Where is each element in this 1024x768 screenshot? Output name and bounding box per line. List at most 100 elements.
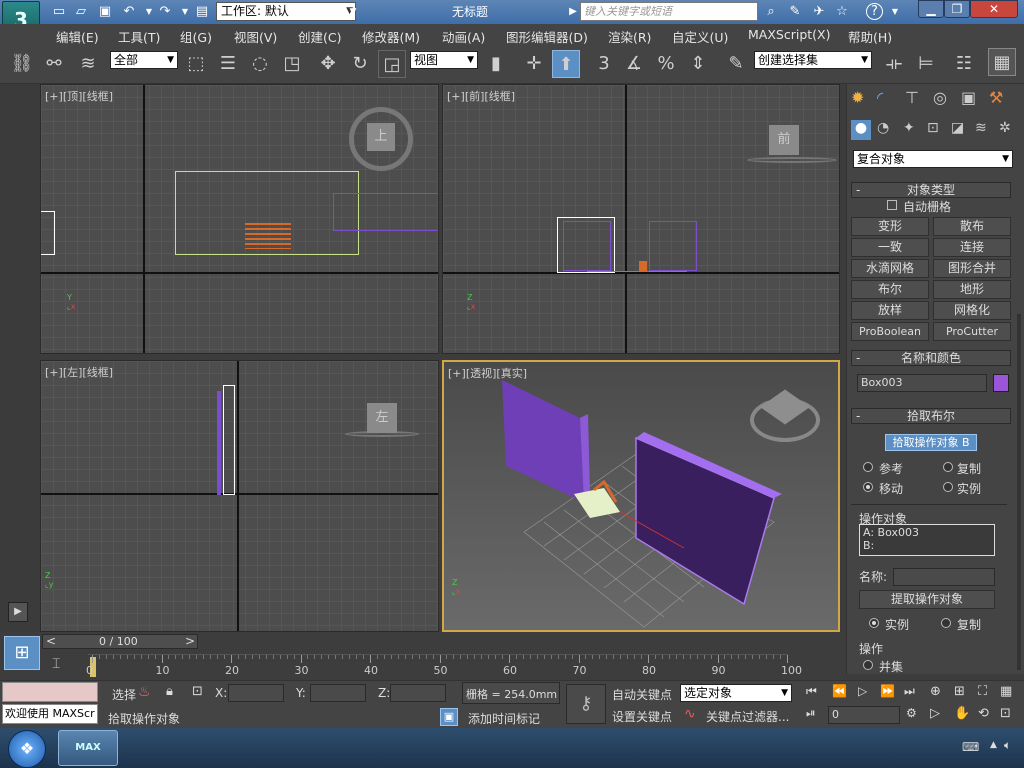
menu-modifiers[interactable]: 修改器(M)	[362, 27, 420, 46]
modify-tab-icon[interactable]: ◜	[877, 88, 883, 107]
new-file-icon[interactable]: ▭	[50, 3, 68, 21]
radio-copy-extract[interactable]	[941, 618, 951, 628]
lock-icon[interactable]: 🔒︎	[166, 684, 173, 699]
scatter-button[interactable]: 散布	[933, 217, 1011, 236]
radio-copy[interactable]	[943, 462, 953, 472]
terrain-button[interactable]: 地形	[933, 280, 1011, 299]
percent-snap-icon[interactable]: %	[652, 50, 680, 78]
systems-icon[interactable]: ✲	[999, 120, 1011, 136]
blobmesh-button[interactable]: 水滴网格	[851, 259, 929, 278]
menu-animation[interactable]: 动画(A)	[442, 27, 485, 46]
view-cube[interactable]: 左	[367, 403, 397, 433]
mini-curve-editor-icon[interactable]: ⌶	[52, 656, 60, 672]
rollout-name-color[interactable]: - 名称和颜色	[851, 350, 1011, 366]
restore-button[interactable]: ❐	[944, 0, 970, 18]
key-mode-toggle-icon[interactable]: ⏯	[806, 706, 816, 721]
motion-tab-icon[interactable]: ◎	[933, 88, 947, 107]
window-crossing-icon[interactable]: ◳	[278, 50, 306, 78]
named-selection-set-dropdown[interactable]: 创建选择集 ▼	[754, 51, 872, 69]
radio-reference[interactable]	[863, 462, 873, 472]
menu-customize[interactable]: 自定义(U)	[672, 27, 728, 46]
radio-instance[interactable]	[943, 482, 953, 492]
time-slider-prev[interactable]: <	[46, 634, 56, 648]
extract-operand-button[interactable]: 提取操作对象	[859, 590, 995, 609]
viewport-front-label[interactable]: [+][前][线框]	[447, 88, 515, 104]
rotate-icon[interactable]: ↻	[346, 50, 374, 78]
scale-icon[interactable]: ◲	[378, 50, 406, 78]
autogrid-checkbox[interactable]	[887, 200, 897, 210]
keyboard-tray-icon[interactable]: ⌨	[962, 740, 979, 754]
redo-icon[interactable]: ↷	[156, 3, 174, 21]
snap-toggle-icon[interactable]: 3	[590, 50, 618, 78]
graphite-toolbar-icon[interactable]: ▦	[988, 48, 1016, 76]
zoom-icon[interactable]: ⊕	[930, 684, 941, 699]
radio-move[interactable]	[863, 482, 873, 492]
volume-icon[interactable]: 🔈︎	[1004, 738, 1011, 753]
layer-manager-icon[interactable]: ☷	[950, 50, 978, 78]
menu-create[interactable]: 创建(C)	[298, 27, 341, 46]
orbit-icon[interactable]: ⟲	[978, 706, 989, 721]
menu-rendering[interactable]: 渲染(R)	[608, 27, 651, 46]
play-icon[interactable]: ▷	[858, 684, 867, 698]
hierarchy-tab-icon[interactable]: ⊤	[905, 88, 919, 107]
open-file-icon[interactable]: ▱	[72, 3, 90, 21]
view-cube-ring[interactable]	[747, 157, 837, 163]
menu-tools[interactable]: 工具(T)	[118, 27, 160, 46]
time-slider-next[interactable]: >	[185, 634, 195, 648]
procutter-button[interactable]: ProCutter	[933, 322, 1011, 341]
create-tab-icon[interactable]: ✹	[851, 88, 864, 107]
select-manipulate-icon[interactable]: ✛	[520, 50, 548, 78]
key-filters-button[interactable]: 关键点过滤器...	[706, 708, 789, 725]
object-color-swatch[interactable]	[993, 374, 1009, 392]
auto-key-button[interactable]: 自动关键点	[612, 686, 672, 703]
track-bar[interactable]: 0 10 20 30 40 50 60 70 80 90 100	[86, 654, 802, 678]
rollout-object-type[interactable]: - 对象类型	[851, 182, 1011, 198]
view-cube[interactable]: 前	[769, 125, 799, 155]
loft-button[interactable]: 放样	[851, 301, 929, 320]
go-to-end-icon[interactable]: ⏭	[904, 684, 915, 699]
select-object-icon[interactable]: ⬚	[182, 50, 210, 78]
set-key-icon[interactable]: ⚷	[566, 684, 606, 724]
pick-operand-b-button[interactable]: 拾取操作对象 B	[885, 434, 977, 451]
maxscript-listener-white[interactable]: 欢迎使用 MAXScr	[2, 704, 98, 724]
display-tab-icon[interactable]: ▣	[961, 88, 976, 107]
mesher-button[interactable]: 网格化	[933, 301, 1011, 320]
add-time-tag-icon[interactable]: ▣	[440, 708, 458, 726]
menu-help[interactable]: 帮助(H)	[848, 27, 892, 46]
edit-named-selection-icon[interactable]: ✎	[722, 50, 750, 78]
selection-filter-dropdown[interactable]: 全部 ▼	[110, 51, 178, 69]
go-to-start-icon[interactable]: ⏮	[806, 684, 817, 699]
current-frame-input[interactable]: 0	[828, 706, 900, 724]
view-cube[interactable]: 上	[367, 123, 395, 151]
operand-a-item[interactable]: A: Box003	[863, 526, 991, 539]
viewport-top-label[interactable]: [+][顶][线框]	[45, 88, 113, 104]
menu-edit[interactable]: 编辑(E)	[56, 27, 99, 46]
geometry-icon[interactable]: ●	[851, 120, 871, 140]
object-name-input[interactable]: Box003	[857, 374, 987, 392]
bind-space-warp-icon[interactable]: ≋	[74, 50, 102, 78]
panel-scrollbar[interactable]	[1017, 314, 1021, 670]
taskbar-3dsmax-button[interactable]: MAX	[58, 730, 118, 766]
align-icon[interactable]: ⊨	[912, 50, 940, 78]
mirror-icon[interactable]: ⟛	[880, 50, 908, 78]
rollout-pick-boolean[interactable]: - 拾取布尔	[851, 408, 1011, 424]
zoom-extents-icon[interactable]: ⛶	[978, 684, 987, 699]
menu-group[interactable]: 组(G)	[180, 27, 212, 46]
operand-name-input[interactable]	[893, 568, 995, 586]
show-hidden-icons-icon[interactable]: ▲	[990, 740, 997, 750]
move-icon[interactable]: ✥	[314, 50, 342, 78]
radio-union[interactable]	[863, 660, 873, 670]
pivot-center-icon[interactable]: ▮	[482, 50, 510, 78]
y-coordinate-field[interactable]	[310, 684, 366, 702]
unlink-icon[interactable]: ⚯	[40, 50, 68, 78]
viewport-left[interactable]: [+][左][线框] 左 Z ⌞y	[40, 360, 439, 632]
shapes-icon[interactable]: ◔	[877, 120, 889, 136]
communication-center-icon[interactable]: ✈	[810, 3, 828, 21]
utilities-tab-icon[interactable]: ⚒	[989, 88, 1003, 107]
viewport-left-label[interactable]: [+][左][线框]	[45, 364, 113, 380]
zoom-extents-all-icon[interactable]: ▦	[1000, 684, 1012, 699]
time-slider[interactable]: < 0 / 100 >	[42, 634, 198, 649]
region-select-icon[interactable]: ◌	[246, 50, 274, 78]
menu-graph-editors[interactable]: 图形编辑器(D)	[506, 27, 588, 46]
maximize-viewport-icon[interactable]: ⊡	[1000, 706, 1011, 721]
